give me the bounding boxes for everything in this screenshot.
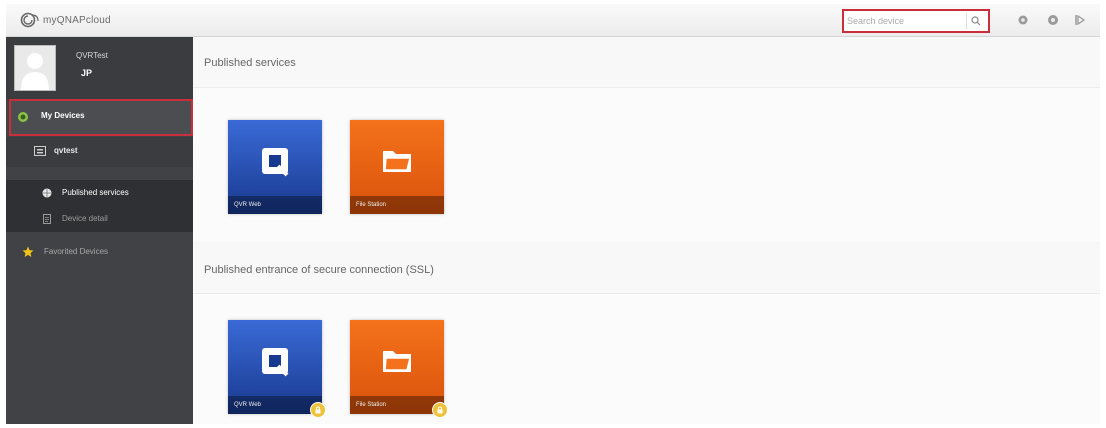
sidebar: QVRTest JP My Devices qvtest Published s… — [6, 37, 193, 424]
service-tile-file-station[interactable]: File Station — [350, 120, 444, 214]
settings-button[interactable] — [1016, 13, 1030, 27]
cloud-logo-icon — [20, 12, 39, 28]
sidebar-item-favorites[interactable]: Favorited Devices — [6, 237, 193, 265]
sidebar-item-label: Published services — [62, 188, 129, 197]
avatar[interactable] — [14, 45, 56, 91]
sidebar-item-my-devices[interactable]: My Devices — [9, 99, 193, 136]
sidebar-item-published-services[interactable]: Published services — [6, 180, 193, 206]
section-body-ssl: QVR Web File Station — [193, 294, 1100, 424]
nas-device-icon — [34, 146, 46, 156]
sidebar-item-device[interactable]: qvtest — [6, 137, 193, 167]
tile-label: QVR Web — [228, 196, 322, 214]
user-silhouette-icon — [21, 53, 49, 90]
user-region: JP — [81, 68, 93, 78]
sidebar-item-label: Favorited Devices — [44, 247, 109, 256]
folder-icon — [383, 351, 411, 372]
app-window: myQNAPcloud Search device QVRTest JP My … — [6, 4, 1100, 424]
section-title: Published services — [204, 57, 296, 69]
document-icon — [43, 214, 51, 224]
search-input[interactable] — [847, 14, 957, 28]
logout-icon — [1075, 14, 1086, 26]
help-icon — [1048, 15, 1058, 25]
user-panel: QVRTest JP — [6, 37, 193, 99]
globe-icon — [42, 188, 52, 198]
service-tile-qvr-web[interactable]: QVR Web — [228, 120, 322, 214]
ssl-lock-badge — [432, 402, 448, 418]
device-cloud-icon — [18, 112, 28, 122]
sidebar-item-device-detail[interactable]: Device detail — [6, 206, 193, 232]
ssl-service-tile-qvr-web[interactable]: QVR Web — [228, 320, 326, 418]
ssl-service-tile-file-station[interactable]: File Station — [350, 320, 448, 418]
search-icon — [971, 16, 981, 26]
top-bar: myQNAPcloud — [6, 4, 1100, 37]
section-header-published-services: Published services — [193, 37, 1100, 88]
tile-label: QVR Web — [228, 396, 322, 414]
settings-icon — [1018, 15, 1028, 25]
section-header-ssl: Published entrance of secure connection … — [193, 243, 1100, 294]
logout-button[interactable] — [1073, 13, 1087, 27]
qvr-logo-icon — [262, 148, 289, 177]
tile-label: File Station — [350, 196, 444, 214]
section-body-published-services: QVR Web File Station — [193, 88, 1100, 242]
lock-icon — [315, 406, 321, 414]
sidebar-item-label: qvtest — [54, 146, 78, 155]
ssl-lock-badge — [310, 402, 326, 418]
logo-text: myQNAPcloud — [43, 14, 111, 26]
logo[interactable]: myQNAPcloud — [20, 11, 111, 29]
help-button[interactable] — [1046, 13, 1060, 27]
section-title: Published entrance of secure connection … — [204, 264, 434, 276]
folder-icon — [383, 151, 411, 172]
username: QVRTest — [76, 51, 108, 60]
main-content: Published services QVR Web File Station — [193, 37, 1100, 424]
lock-icon — [437, 406, 443, 414]
search-button[interactable] — [966, 13, 985, 29]
sidebar-item-label: Device detail — [62, 214, 108, 223]
star-icon — [22, 246, 34, 257]
tile-label: File Station — [350, 396, 444, 414]
qvr-logo-icon — [262, 348, 289, 377]
sidebar-item-label: My Devices — [41, 111, 85, 120]
search-box — [842, 9, 990, 33]
